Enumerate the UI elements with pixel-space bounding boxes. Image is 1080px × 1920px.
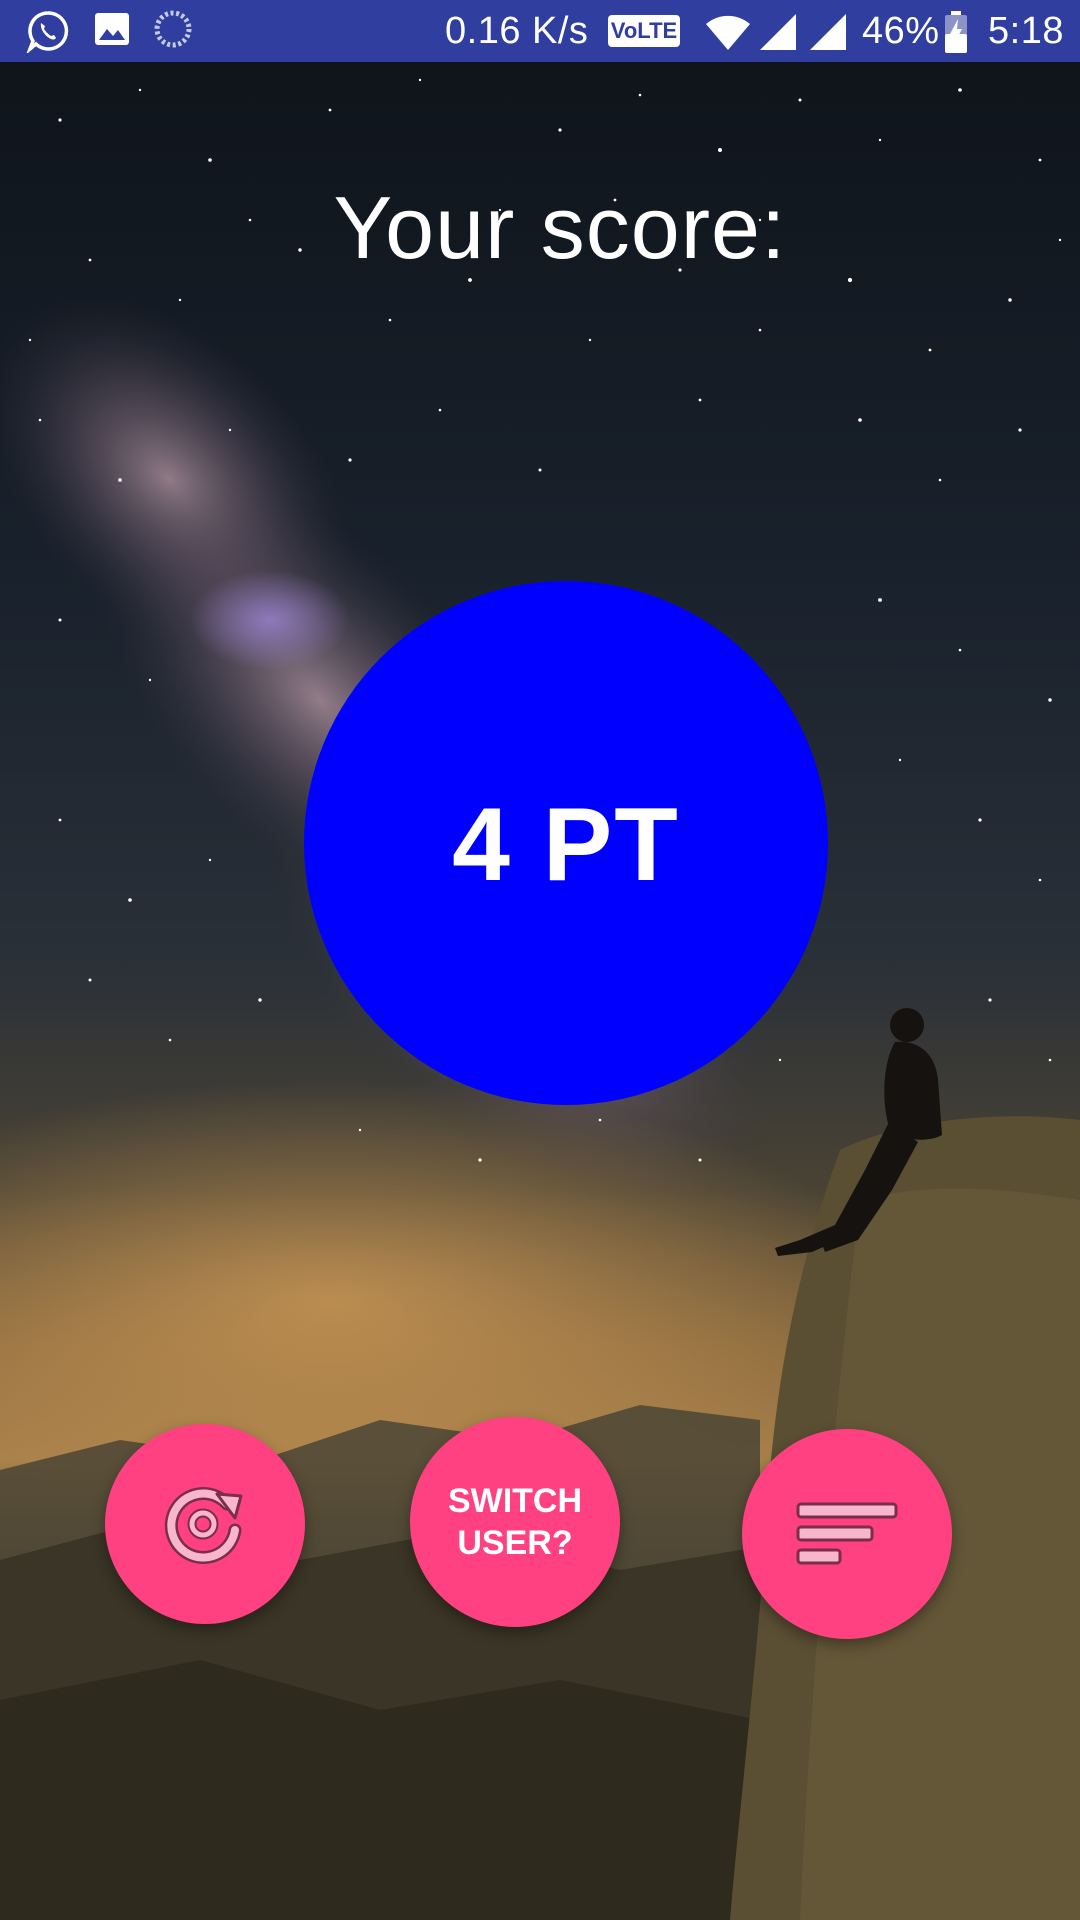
signal-icon [810, 14, 846, 50]
switch-user-label-line2: USER? [457, 1524, 573, 1562]
clock: 5:18 [988, 10, 1064, 52]
gallery-icon [95, 13, 129, 45]
network-speed: 0.16 K/s [445, 10, 589, 52]
wifi-icon [706, 15, 750, 51]
battery-charging-icon [945, 11, 967, 53]
signal-icon [760, 14, 796, 50]
battery-percent: 46% [862, 10, 940, 52]
leaderboard-button[interactable] [742, 1429, 952, 1639]
page-title: Your score: [333, 178, 787, 277]
score-value: 4 PT [452, 786, 680, 903]
whatsapp-icon [26, 11, 69, 53]
switch-user-label-line1: SWITCH [447, 1482, 583, 1520]
replay-button[interactable] [105, 1424, 305, 1624]
switch-user-button[interactable]: SWITCH USER? [410, 1417, 620, 1627]
replay-icon [164, 1487, 243, 1564]
sync-icon [154, 10, 192, 48]
switch-user-label: SWITCH USER? [430, 1480, 600, 1564]
score-screen: 0.16 K/s VoLTE 46% 5:18 Your score: 4 PT [0, 0, 1080, 1920]
volte-icon: VoLTE [608, 15, 680, 47]
status-bar: 0.16 K/s VoLTE 46% 5:18 [0, 0, 1080, 62]
score-circle: 4 PT [304, 581, 828, 1105]
sort-list-icon [796, 1502, 898, 1565]
